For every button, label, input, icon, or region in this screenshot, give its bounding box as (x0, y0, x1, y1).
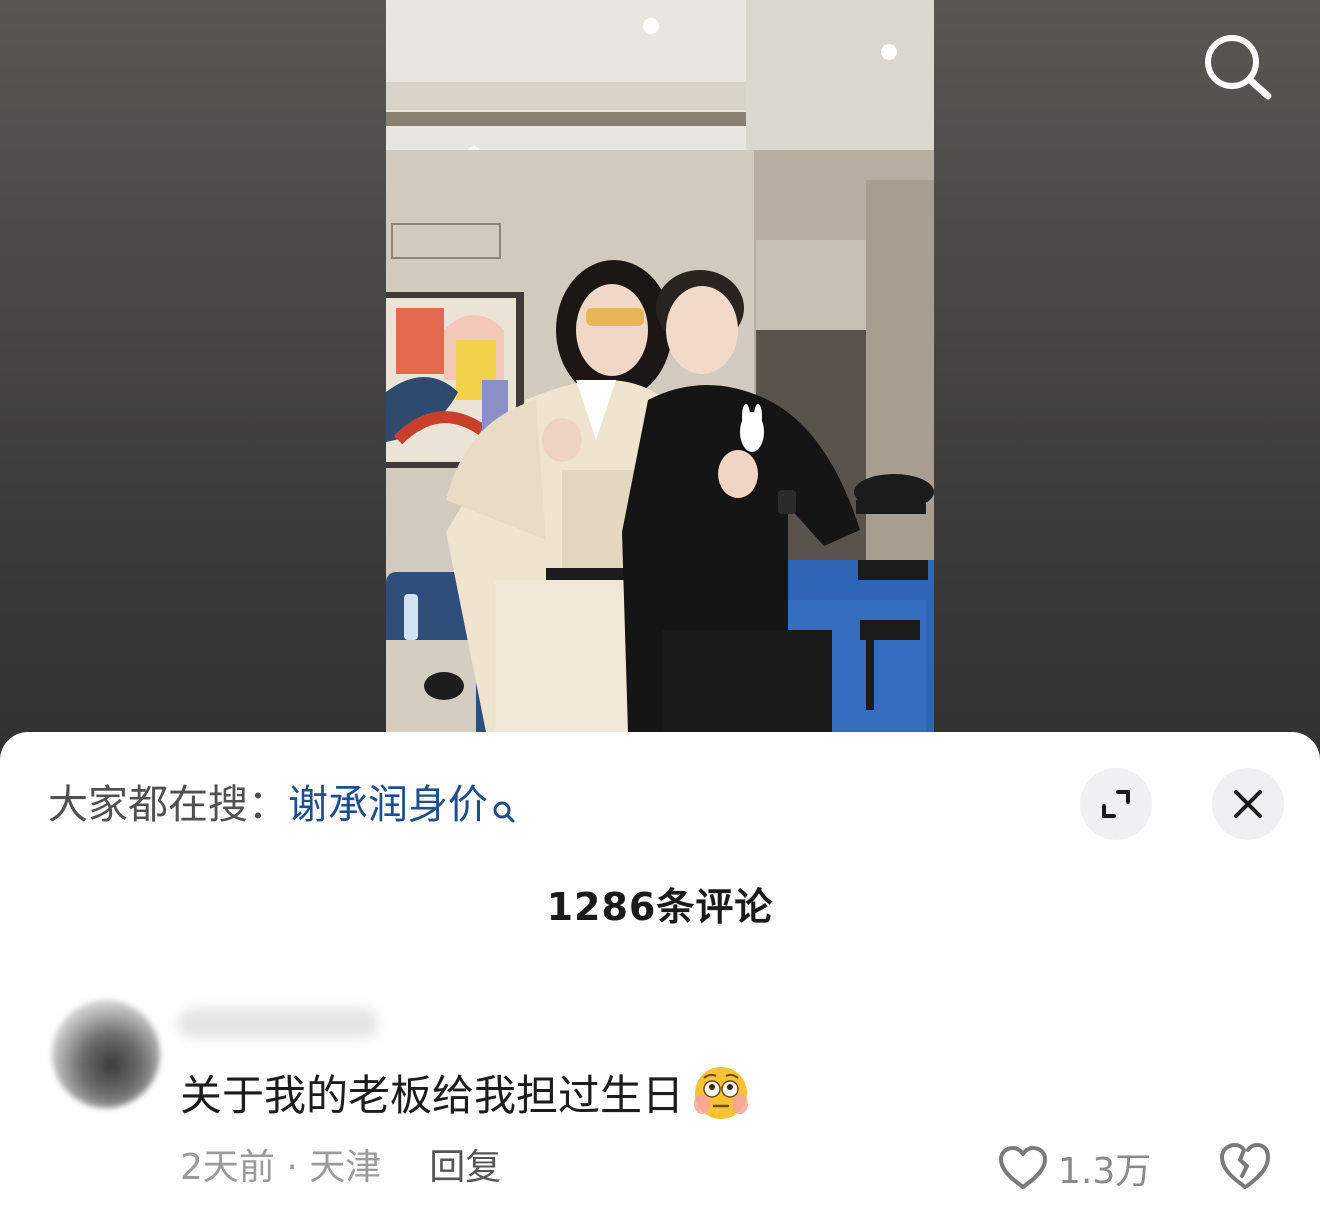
comment-sheet: 大家都在搜：谢承润身价 1286条评论 关于我的老板给我担过生日 2天前 · 天… (0, 732, 1320, 1217)
expand-icon (1102, 790, 1130, 818)
avatar[interactable] (52, 1000, 160, 1108)
expand-button[interactable] (1080, 768, 1152, 840)
comment-body: 关于我的老板给我担过生日 (180, 1071, 685, 1120)
video-area[interactable] (0, 0, 1320, 760)
close-icon (1234, 790, 1262, 818)
comment-time: 2天前 (180, 1147, 275, 1188)
username-blurred[interactable] (178, 1008, 378, 1038)
mini-search-icon[interactable] (492, 784, 516, 838)
like-count: 1.3万 (1058, 1151, 1152, 1192)
comment-text: 关于我的老板给我担过生日 (180, 1066, 752, 1135)
meta-separator: · (274, 1147, 310, 1188)
flushed-face-emoji (690, 1066, 752, 1135)
dislike-button[interactable] (1218, 1142, 1272, 1196)
comment-meta: 2天前 · 天津 回复 (180, 1144, 501, 1192)
like-button[interactable]: 1.3万 (998, 1142, 1151, 1194)
top-search-button[interactable] (1198, 30, 1278, 102)
comment-location: 天津 (309, 1147, 382, 1188)
hot-search-link[interactable]: 谢承润身价 (288, 782, 488, 828)
hot-search-bar: 大家都在搜：谢承润身价 (48, 778, 516, 838)
broken-heart-icon (1220, 1143, 1270, 1189)
comment-count: 1286条评论 (546, 885, 774, 929)
hot-search-prefix: 大家都在搜： (48, 782, 288, 828)
close-button[interactable] (1212, 768, 1284, 840)
reply-button[interactable]: 回复 (429, 1147, 501, 1188)
photo-illustration (386, 0, 934, 732)
heart-icon (999, 1146, 1047, 1189)
search-icon (1205, 35, 1272, 100)
post-photo[interactable] (386, 0, 934, 732)
